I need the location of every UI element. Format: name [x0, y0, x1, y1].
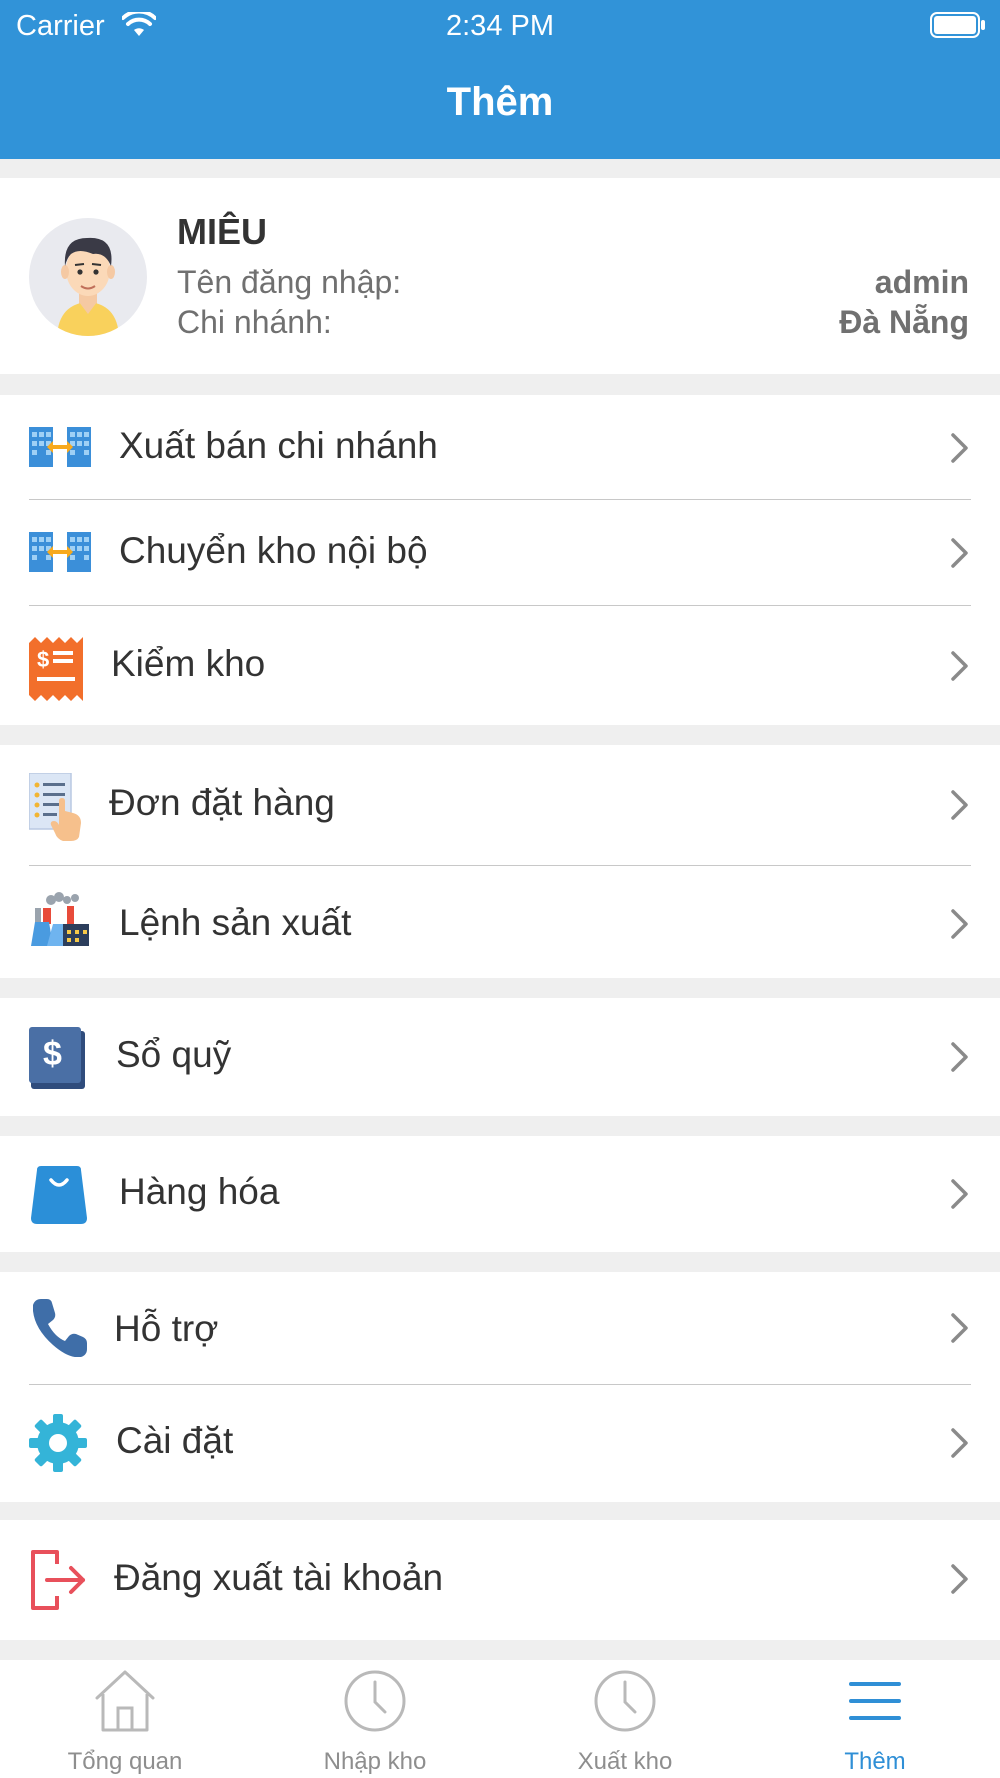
- menu-item-label: Lệnh sản xuất: [119, 902, 352, 943]
- menu-section-goods: Hàng hóa: [0, 1136, 1000, 1252]
- menu-item-orders[interactable]: Đơn đặt hàng: [0, 745, 1000, 866]
- menu-item-settings[interactable]: Cài đặt: [0, 1385, 1000, 1502]
- receipt-icon: $: [29, 637, 83, 701]
- header: Carrier 2:34 PM Thêm: [0, 0, 1000, 159]
- username-value: admin: [874, 264, 969, 300]
- status-bar: Carrier 2:34 PM: [0, 0, 1000, 52]
- chevron-right-icon: [951, 1564, 968, 1594]
- menu-item-label: Đơn đặt hàng: [109, 782, 335, 823]
- status-time: 2:34 PM: [446, 10, 554, 42]
- clock-icon: [594, 1670, 656, 1732]
- chevron-right-icon: [951, 651, 968, 681]
- chevron-right-icon: [951, 1042, 968, 1072]
- menu-item-branch-sale[interactable]: Xuất bán chi nhánh: [0, 395, 1000, 500]
- menu-item-label: Hỗ trợ: [114, 1308, 219, 1349]
- menu-item-stock-check[interactable]: $ Kiểm kho: [0, 606, 1000, 725]
- phone-icon: [33, 1299, 87, 1357]
- menu-item-cashbook[interactable]: $ Sổ quỹ: [0, 998, 1000, 1116]
- menu-icon: [849, 1682, 901, 1720]
- chevron-right-icon: [951, 909, 968, 939]
- tab-label: Tổng quan: [67, 1748, 183, 1775]
- tab-overview[interactable]: Tổng quan: [0, 1660, 250, 1778]
- page-title: Thêm: [446, 80, 554, 124]
- profile-name: MIÊU: [177, 211, 267, 252]
- battery-icon: [930, 12, 985, 38]
- menu-item-label: Hàng hóa: [119, 1171, 280, 1212]
- tab-more[interactable]: Thêm: [750, 1660, 1000, 1778]
- menu-item-label: Xuất bán chi nhánh: [119, 425, 438, 466]
- gear-icon: [29, 1414, 87, 1472]
- tab-label: Xuất kho: [577, 1748, 673, 1775]
- menu-item-production-order[interactable]: Lệnh sản xuất: [0, 866, 1000, 978]
- buildings-transfer-icon: [29, 427, 91, 467]
- menu-item-label: Chuyển kho nội bộ: [119, 530, 428, 571]
- tab-label: Nhập kho: [323, 1748, 427, 1775]
- menu-section-production: Đơn đặt hàng Lệnh sản xuất: [0, 745, 1000, 978]
- chevron-right-icon: [951, 790, 968, 820]
- avatar: [29, 218, 147, 336]
- menu-item-label: Sổ quỹ: [116, 1034, 232, 1075]
- menu-item-label: Kiểm kho: [111, 643, 266, 684]
- chevron-right-icon: [951, 1428, 968, 1458]
- cashbook-icon: $: [29, 1027, 85, 1089]
- logout-icon: [31, 1550, 85, 1610]
- branch-label: Chi nhánh:: [177, 304, 332, 340]
- clock-icon: [344, 1670, 406, 1732]
- factory-icon: [31, 892, 89, 946]
- chevron-right-icon: [951, 1313, 968, 1343]
- tab-label: Thêm: [844, 1748, 906, 1775]
- chevron-right-icon: [951, 1179, 968, 1209]
- profile-card: MIÊU Tên đăng nhập: admin Chi nhánh: Đà …: [0, 178, 1000, 374]
- username-label: Tên đăng nhập:: [177, 264, 402, 300]
- menu-section-inventory: Xuất bán chi nhánh Chuyển kho nội bộ $ K…: [0, 395, 1000, 725]
- menu-section-account: Đăng xuất tài khoản: [0, 1520, 1000, 1640]
- shopping-bag-icon: [31, 1166, 87, 1224]
- menu-item-logout[interactable]: Đăng xuất tài khoản: [0, 1520, 1000, 1640]
- menu-item-label: Cài đặt: [116, 1420, 234, 1461]
- tab-export[interactable]: Xuất kho: [500, 1660, 750, 1778]
- chevron-right-icon: [951, 538, 968, 568]
- svg-text:$: $: [43, 1035, 62, 1073]
- menu-item-support[interactable]: Hỗ trợ: [0, 1272, 1000, 1385]
- home-icon: [95, 1670, 155, 1732]
- menu-section-app: Hỗ trợ Cài đặt: [0, 1272, 1000, 1502]
- tab-bar: Tổng quan Nhập kho Xuất kho Thêm: [0, 1660, 1000, 1778]
- buildings-transfer-icon: [29, 532, 91, 572]
- chevron-right-icon: [951, 433, 968, 463]
- user-avatar-icon: [57, 237, 119, 336]
- order-list-icon: [29, 773, 81, 841]
- menu-item-internal-transfer[interactable]: Chuyển kho nội bộ: [0, 500, 1000, 606]
- menu-section-cash: $ Sổ quỹ: [0, 998, 1000, 1116]
- branch-value: Đà Nẵng: [839, 304, 969, 340]
- menu-item-goods[interactable]: Hàng hóa: [0, 1136, 1000, 1252]
- tab-import[interactable]: Nhập kho: [250, 1660, 500, 1778]
- svg-text:$: $: [37, 647, 49, 672]
- menu-item-label: Đăng xuất tài khoản: [114, 1557, 444, 1598]
